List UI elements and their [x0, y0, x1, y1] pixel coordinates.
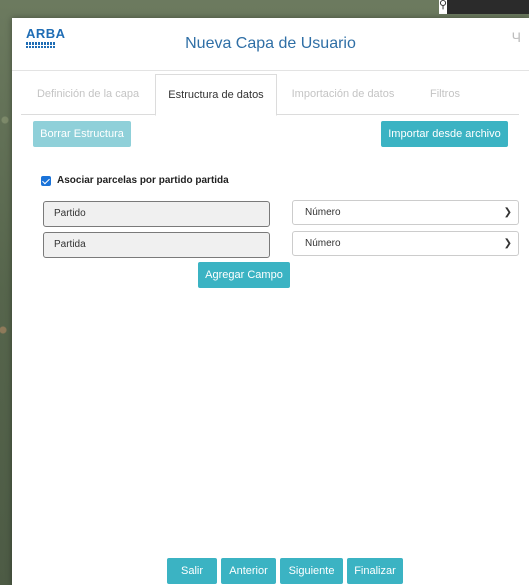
field-type-value: Número	[305, 207, 341, 218]
field-type-select[interactable]: Número ❯	[292, 200, 519, 225]
tab-layer-definition[interactable]: Definición de la capa	[21, 74, 155, 114]
wizard-tabs: Definición de la capa Estructura de dato…	[21, 74, 519, 116]
clear-structure-button[interactable]: Borrar Estructura	[33, 121, 131, 147]
minimize-icon[interactable]: Ч	[512, 29, 521, 45]
add-field-button[interactable]: Agregar Campo	[198, 262, 290, 288]
exit-button[interactable]: Salir	[167, 558, 217, 584]
import-from-file-button[interactable]: Importar desde archivo	[381, 121, 508, 147]
tab-filters[interactable]: Filtros	[415, 74, 475, 114]
tab-data-import[interactable]: Importación de datos	[283, 74, 403, 114]
associate-parcels-label: Asociar parcelas por partido partida	[57, 175, 229, 186]
search-icon[interactable]: ⚲	[439, 0, 447, 11]
dialog-header: ARBA Nueva Capa de Usuario Ч	[12, 18, 529, 71]
tab-data-structure[interactable]: Estructura de datos	[155, 74, 277, 116]
field-name-input[interactable]: Partido	[43, 201, 270, 227]
dialog-title: Nueva Capa de Usuario	[185, 35, 356, 52]
associate-parcels-row[interactable]: Asociar parcelas por partido partida	[41, 175, 229, 186]
associate-parcels-checkbox[interactable]	[41, 175, 51, 186]
field-name-input[interactable]: Partida	[43, 232, 270, 258]
field-type-select[interactable]: Número ❯	[292, 231, 519, 256]
chevron-down-icon: ❯	[503, 238, 512, 249]
next-button[interactable]: Siguiente	[280, 558, 343, 584]
finish-button[interactable]: Finalizar	[347, 558, 403, 584]
top-toolbar-fragment: ⚲	[439, 0, 529, 14]
chevron-down-icon: ❯	[503, 207, 512, 218]
previous-button[interactable]: Anterior	[221, 558, 276, 584]
field-type-value: Número	[305, 238, 341, 249]
new-layer-dialog: ARBA Nueva Capa de Usuario Ч Definición …	[12, 18, 529, 585]
top-toolbar-dark-area	[447, 0, 529, 14]
